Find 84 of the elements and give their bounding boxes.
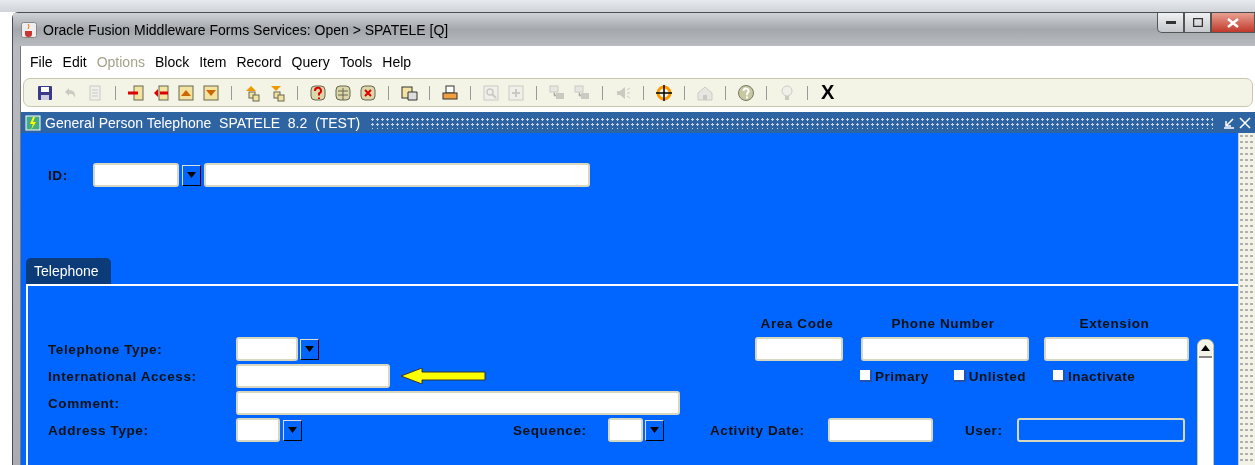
printer-icon [441, 83, 459, 102]
menu-item[interactable]: Edit [57, 54, 92, 70]
column-header: Extension [1078, 315, 1151, 331]
up-arrow-icon [1201, 345, 1210, 351]
extension-field[interactable] [1044, 337, 1189, 361]
input-field[interactable] [236, 364, 390, 388]
field-label: ID: [48, 167, 69, 183]
caret-icon [650, 427, 659, 433]
user-field[interactable] [1017, 418, 1185, 442]
field-label: Comment: [48, 395, 121, 411]
id-field[interactable] [93, 163, 179, 187]
database-icon [334, 83, 352, 102]
menu-item[interactable]: Record [231, 54, 287, 70]
input-field[interactable] [608, 418, 643, 442]
help-icon [737, 83, 755, 102]
minimize-icon [1165, 20, 1176, 25]
maximize-icon [1192, 18, 1203, 27]
arrow-icon [400, 367, 486, 385]
form-icon [25, 114, 41, 131]
menu-item[interactable]: Help [377, 54, 417, 70]
area-code-field[interactable] [755, 337, 843, 361]
dropdown-button[interactable] [645, 419, 664, 441]
window-title: Oracle Fusion Middleware Forms Services: Open > SPATELE [Q] [43, 21, 449, 38]
minimize-button[interactable] [1157, 13, 1184, 33]
plus-icon [507, 83, 525, 102]
blocks-icon [573, 83, 591, 102]
menu-item[interactable]: Block [149, 54, 195, 70]
input-field[interactable] [236, 418, 280, 442]
checkbox-label: Primary [875, 368, 929, 384]
checkbox-label: Inactivate [1068, 368, 1136, 384]
magnifier-icon [482, 83, 500, 102]
field-label: Sequence: [513, 422, 588, 438]
document-icon [86, 83, 104, 102]
crosshair-icon [655, 83, 673, 102]
scrollbar[interactable] [1238, 133, 1255, 465]
minimize-form-icon[interactable] [1223, 116, 1235, 129]
column-header: Area Code [759, 315, 835, 331]
copy-document-icon [400, 83, 418, 102]
caret-icon [187, 172, 196, 178]
dropdown-button[interactable] [300, 338, 319, 360]
field-label: Telephone Type: [48, 341, 164, 357]
tab[interactable]: Telephone [26, 258, 111, 284]
database-question-icon [309, 83, 327, 102]
insert-record-icon [127, 83, 145, 102]
checkbox-box[interactable] [860, 370, 872, 382]
dropdown-button[interactable] [182, 164, 201, 186]
next-block-icon [202, 83, 220, 102]
dropdown-button[interactable] [283, 419, 302, 441]
checkbox[interactable]: Unlisted [953, 368, 1027, 384]
menu-item[interactable]: Query [286, 54, 335, 70]
checkbox[interactable]: Primary [860, 368, 929, 384]
blocks-icon [548, 83, 566, 102]
field-label: International Access: [48, 368, 198, 384]
java-cup-icon [21, 21, 37, 38]
light-bulb-icon [778, 83, 796, 102]
caret-icon [288, 427, 297, 433]
field-label: Address Type: [48, 422, 150, 438]
checkbox[interactable]: Inactivate [1053, 368, 1136, 384]
menu-item[interactable]: Tools [334, 54, 378, 70]
column-header: Phone Number [890, 315, 996, 331]
maximize-button[interactable] [1184, 13, 1211, 33]
name-field[interactable] [204, 163, 590, 187]
scroll-up-button[interactable] [1199, 340, 1212, 358]
close-button[interactable] [1211, 13, 1255, 33]
menu-item[interactable]: File [25, 54, 58, 70]
field-label: User: [965, 422, 1004, 438]
phone-number-field[interactable] [861, 337, 1029, 361]
close-form-icon[interactable] [1239, 116, 1251, 129]
scrollbar[interactable] [1197, 339, 1214, 465]
caret-icon [305, 346, 314, 352]
database-delete-icon [359, 83, 377, 102]
checkbox-box[interactable] [1053, 370, 1066, 382]
input-field[interactable] [236, 337, 298, 361]
checkbox-box[interactable] [953, 370, 966, 382]
form-title: General Person Telephone SPATELE 8.2 (TEST) [45, 114, 361, 131]
exit-button[interactable]: X [817, 81, 839, 104]
date-field[interactable] [828, 418, 933, 442]
remove-record-icon [152, 83, 170, 102]
previous-block-icon [177, 83, 195, 102]
checkbox-label: Unlisted [968, 368, 1027, 384]
menu-item[interactable]: Item [194, 54, 232, 70]
comment-field[interactable] [236, 391, 680, 415]
close-icon [1227, 17, 1239, 28]
field-label: Activity Date: [710, 422, 806, 438]
